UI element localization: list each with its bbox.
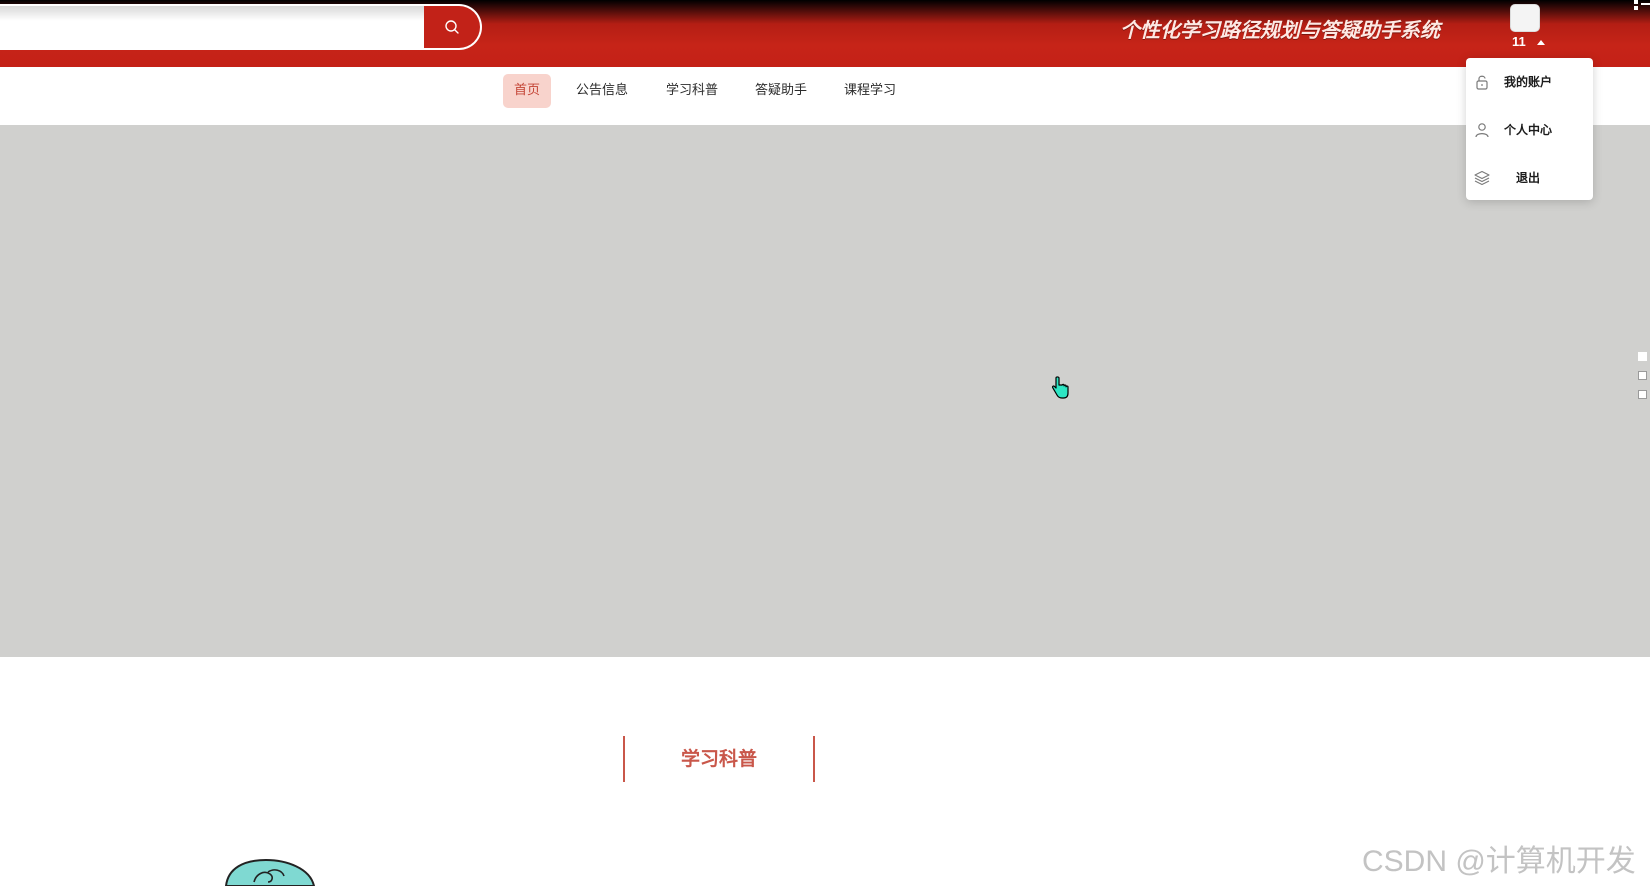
nav-item-qa-assistant[interactable]: 答疑助手 <box>744 74 818 108</box>
search-icon <box>445 20 459 34</box>
site-title: 个性化学习路径规划与答疑助手系统 <box>1120 18 1440 42</box>
menu-item-label: 退出 <box>1516 171 1541 185</box>
cartoon-illustration <box>224 858 316 886</box>
nav-item-courses[interactable]: 课程学习 <box>833 74 907 108</box>
section-title: 学习科普 <box>623 736 815 782</box>
watermark: CSDN @计算机开发 <box>1362 845 1636 878</box>
user-dropdown-menu: 我的账户 个人中心 退出 <box>1466 58 1593 200</box>
nav-item-notices[interactable]: 公告信息 <box>565 74 639 108</box>
menu-item-label: 我的账户 <box>1504 75 1553 89</box>
caret-up-icon[interactable] <box>1537 40 1545 45</box>
menu-item-logout[interactable]: 退出 <box>1466 158 1593 198</box>
nav-item-science[interactable]: 学习科普 <box>655 74 729 108</box>
carousel-dot-3[interactable] <box>1638 390 1647 399</box>
lock-icon <box>1476 75 1488 90</box>
menu-item-label: 个人中心 <box>1504 123 1553 137</box>
carousel-dot-2[interactable] <box>1638 371 1647 380</box>
main-nav: 首页 公告信息 学习科普 答疑助手 课程学习 <box>0 67 1650 125</box>
search-button[interactable] <box>424 6 480 48</box>
menu-item-profile[interactable]: 个人中心 <box>1466 110 1593 150</box>
exit-fullscreen-icon[interactable] <box>1634 0 1650 10</box>
hand-cursor-icon <box>1051 376 1069 399</box>
layers-icon <box>1474 170 1490 186</box>
user-icon <box>1475 123 1489 138</box>
carousel-dot-1[interactable] <box>1638 352 1647 361</box>
menu-item-my-account[interactable]: 我的账户 <box>1466 62 1593 102</box>
avatar[interactable] <box>1510 4 1540 32</box>
banner-carousel[interactable] <box>0 125 1650 657</box>
carousel-indicators <box>1638 352 1650 409</box>
search-box <box>0 4 482 50</box>
top-header: 个性化学习路径规划与答疑助手系统 11 <box>0 0 1650 67</box>
nav-item-home[interactable]: 首页 <box>503 74 552 108</box>
search-input[interactable] <box>0 6 424 48</box>
username-label[interactable]: 11 <box>1512 34 1526 49</box>
